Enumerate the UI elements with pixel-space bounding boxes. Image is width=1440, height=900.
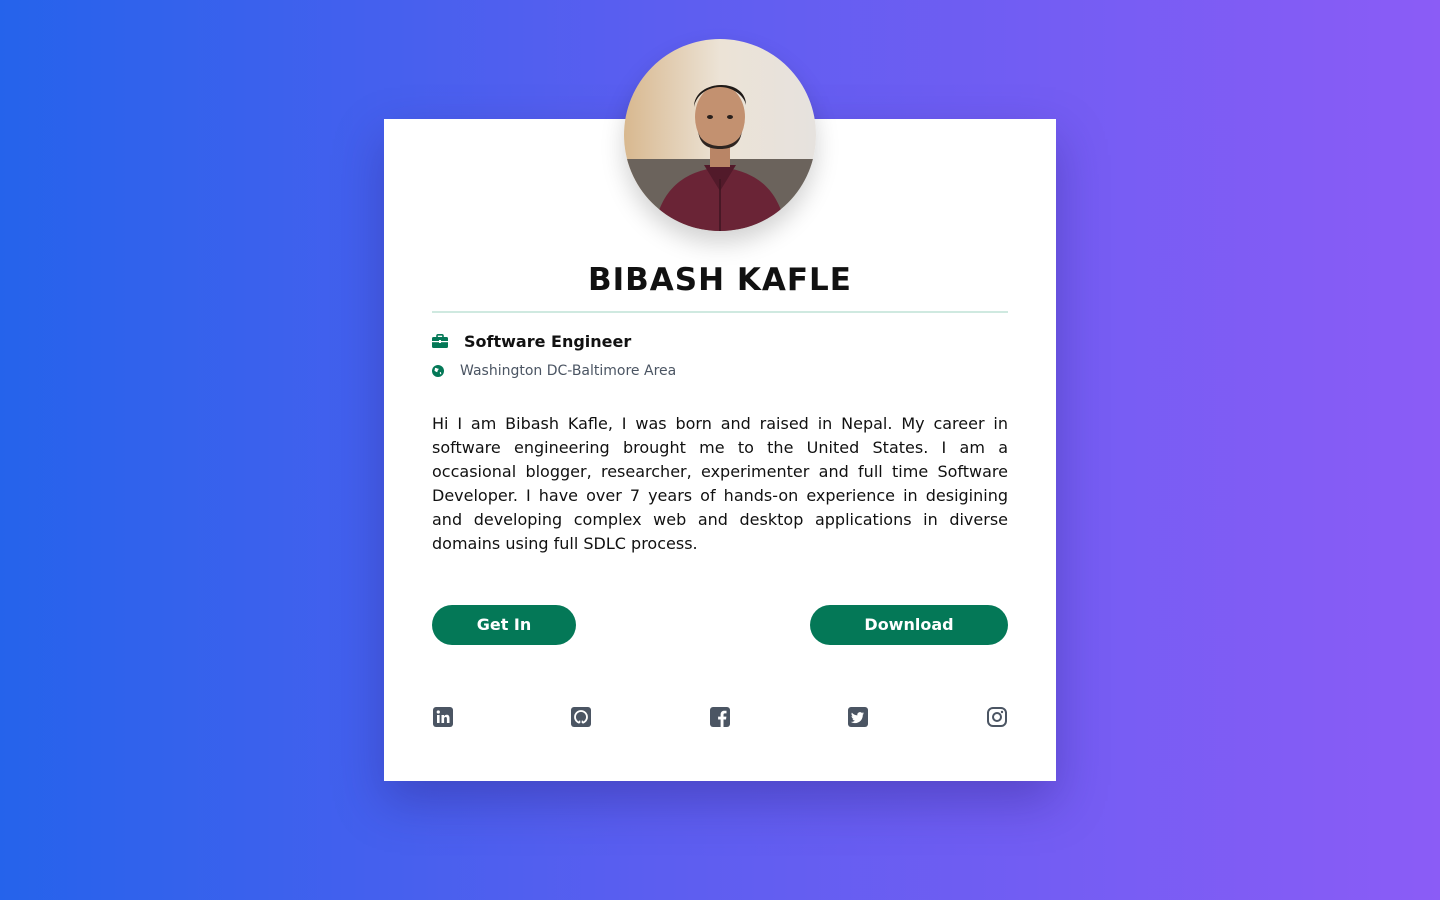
instagram-icon[interactable] bbox=[986, 706, 1008, 728]
facebook-icon[interactable] bbox=[709, 706, 731, 728]
location-text: Washington DC-Baltimore Area bbox=[460, 363, 677, 379]
twitter-icon[interactable] bbox=[847, 706, 869, 728]
profile-photo-avatar bbox=[624, 39, 816, 231]
get-in-touch-button[interactable]: Get In Touch bbox=[432, 605, 576, 674]
github-icon[interactable] bbox=[570, 706, 592, 728]
location-row: Washington DC-Baltimore Area bbox=[432, 361, 676, 381]
bio-paragraph: Hi I am Bibash Kafle, I was born and rai… bbox=[432, 414, 1008, 553]
linkedin-icon[interactable] bbox=[432, 706, 454, 728]
job-title-row: Software Engineer bbox=[432, 329, 631, 353]
profile-photo bbox=[624, 39, 816, 231]
profile-name: BIBASH KAFLE bbox=[588, 262, 852, 298]
briefcase-icon bbox=[432, 334, 448, 348]
job-title: Software Engineer bbox=[464, 331, 632, 351]
globe-icon bbox=[432, 365, 444, 377]
download-resume-button[interactable]: Download Resume bbox=[810, 605, 1008, 674]
name-divider bbox=[432, 311, 1008, 313]
